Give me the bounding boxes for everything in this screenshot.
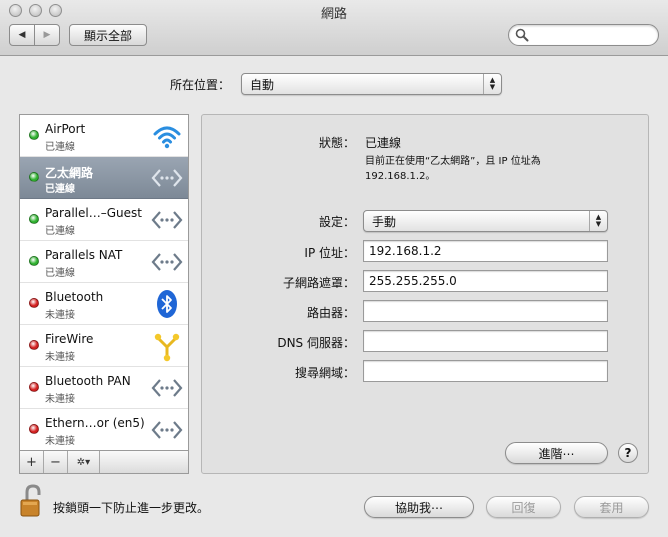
firewire-icon [154,333,180,362]
service-item-parallels-nat[interactable]: Parallels NAT 已連線 [20,241,188,283]
service-status: 已連線 [45,226,75,237]
forward-button[interactable]: ▶ [34,25,59,45]
location-value: 自動 [250,77,275,92]
service-name: Parallels NAT [45,248,123,262]
service-name: Parallel…–Guest [45,206,142,220]
subnet-mask-label: 子網路遮罩： [282,276,355,290]
service-item-bluetooth[interactable]: Bluetooth 未連接 [20,283,188,325]
status-dot [29,340,39,350]
help-button[interactable]: ? [618,443,638,463]
ethernet-icon [151,211,183,229]
service-name: Bluetooth [45,290,104,304]
dns-server-label: DNS 伺服器： [277,336,355,350]
back-button[interactable]: ◀ [10,25,34,45]
status-dot [29,256,39,266]
configure-value: 手動 [372,214,397,229]
bluetooth-icon [157,290,177,318]
lock-icon[interactable] [18,484,46,518]
assist-me-button[interactable]: 協助我⋯ [364,496,474,518]
service-name: Ethern…or (en5) [45,416,145,430]
status-dot [29,214,39,224]
service-status: 未連接 [45,352,75,363]
service-name: AirPort [45,122,86,136]
status-dot [29,424,39,434]
service-item-ethernet[interactable]: 乙太網路 已連線 [20,157,188,199]
back-forward-control: ◀ ▶ [9,24,60,46]
search-input[interactable] [531,27,651,43]
router-field[interactable] [363,300,608,322]
service-status: 未連接 [45,436,75,447]
status-description-line2: 192.168.1.2。 [365,171,436,182]
ip-address-label: IP 位址： [304,246,355,260]
revert-button[interactable]: 回復 [486,496,561,518]
search-icon [515,28,529,42]
location-popup[interactable]: 自動 ▲ ▼ [241,73,502,95]
show-all-button[interactable]: 顯示全部 [69,24,147,46]
service-status: 未連接 [45,394,75,405]
status-dot [29,382,39,392]
service-status: 已連線 [45,142,75,153]
window-toolbar: 網路 ◀ ▶ 顯示全部 [0,0,668,56]
service-list-controls: + − ✲▾ [19,451,189,474]
wifi-icon [153,126,181,149]
service-item-firewire[interactable]: FireWire 未連接 [20,325,188,367]
subnet-mask-field[interactable]: 255.255.255.0 [363,270,608,292]
lock-description: 按鎖頭一下防止進一步更改。 [53,501,210,515]
service-name: Bluetooth PAN [45,374,131,388]
apply-button[interactable]: 套用 [574,496,649,518]
add-service-button[interactable]: + [20,451,44,473]
dns-server-field[interactable] [363,330,608,352]
location-label: 所在位置： [170,78,231,92]
service-item-parallels-guest[interactable]: Parallel…–Guest 已連線 [20,199,188,241]
service-list: AirPort 已連線 乙太網路 已連線 Parallel…–Guest 已連線 [19,114,189,451]
configure-label: 設定： [318,215,355,229]
status-description-line1: 目前正在使用“乙太網路”，且 IP 位址為 [365,156,541,167]
status-dot [29,130,39,140]
service-item-bluetooth-pan[interactable]: Bluetooth PAN 未連接 [20,367,188,409]
advanced-button[interactable]: 進階⋯ [505,442,608,464]
status-value: 已連線 [365,136,402,150]
service-status: 已連線 [45,268,75,279]
configure-popup[interactable]: 手動 ▲ ▼ [363,210,608,232]
service-name: 乙太網路 [45,166,94,180]
status-dot [29,298,39,308]
ip-address-field[interactable]: 192.168.1.2 [363,240,608,262]
status-label: 狀態： [318,136,355,150]
service-item-airport[interactable]: AirPort 已連線 [20,115,188,157]
window-title: 網路 [320,7,347,22]
popup-arrows-icon: ▲ ▼ [483,74,501,94]
ethernet-icon [151,379,183,397]
service-status: 未連接 [45,310,75,321]
service-item-ethernet-en5[interactable]: Ethern…or (en5) 未連接 [20,409,188,450]
remove-service-button[interactable]: − [44,451,68,473]
search-domains-label: 搜尋網域： [294,366,355,380]
service-name: FireWire [45,332,94,346]
ethernet-icon [151,169,183,187]
status-dot [29,172,39,182]
ethernet-icon [151,253,183,271]
service-status: 已連線 [45,184,75,195]
search-box[interactable] [508,24,659,46]
action-menu-button[interactable]: ✲▾ [68,451,100,473]
search-domains-field[interactable] [363,360,608,382]
popup-arrows-icon: ▲ ▼ [589,211,607,231]
ethernet-icon [151,421,183,439]
router-label: 路由器： [306,306,355,320]
